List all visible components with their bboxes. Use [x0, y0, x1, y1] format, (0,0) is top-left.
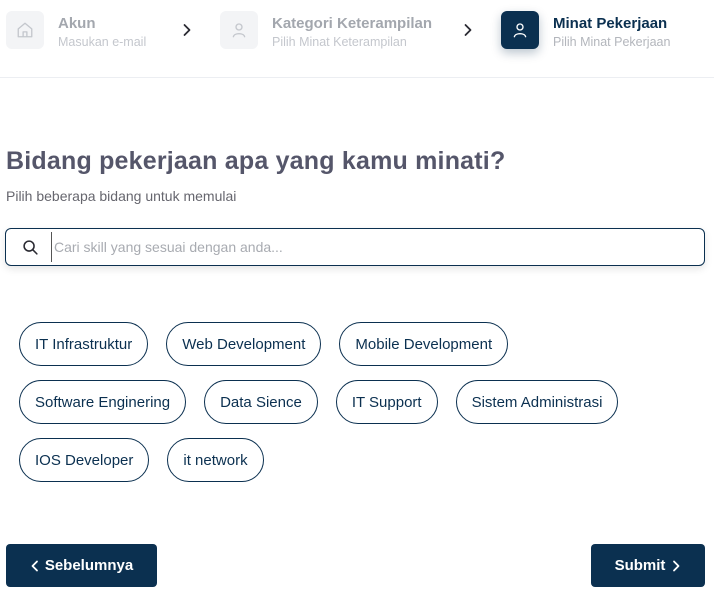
chip-it-support[interactable]: IT Support — [335, 380, 438, 424]
step-kategori-title: Kategori Keterampilan — [272, 15, 433, 32]
step-akun-icon-box — [6, 11, 44, 49]
chevron-right-icon — [464, 24, 472, 36]
chip-it-infrastruktur[interactable]: IT Infrastruktur — [19, 322, 149, 366]
home-icon — [17, 22, 33, 38]
step-akun-subtitle: Masukan e-mail — [58, 35, 147, 49]
previous-button[interactable]: Sebelumnya — [6, 544, 157, 587]
search-icon — [23, 239, 38, 255]
step-minat-subtitle: Pilih Minat Pekerjaan — [553, 35, 671, 49]
submit-button-label: Submit — [614, 557, 666, 574]
chevron-right-icon — [183, 24, 191, 36]
skill-chip-list: IT Infrastruktur Web Development Mobile … — [19, 322, 699, 496]
step-kategori-keterampilan[interactable]: Kategori Keterampilan Pilih Minat Ketera… — [220, 11, 432, 51]
step-kategori-subtitle: Pilih Minat Keterampilan — [272, 35, 407, 49]
chevron-right-icon — [673, 560, 680, 571]
step-minat-pekerjaan[interactable]: Minat Pekerjaan Pilih Minat Pekerjaan — [501, 11, 670, 51]
chip-sistem-administrasi[interactable]: Sistem Administrasi — [455, 380, 619, 424]
page-title: Bidang pekerjaan apa yang kamu minati? — [6, 147, 506, 175]
chip-row: IOS Developer it network — [19, 438, 699, 482]
submit-button[interactable]: Submit — [591, 544, 705, 587]
user-icon — [232, 23, 246, 38]
step-kategori-icon-box — [220, 11, 258, 49]
chip-data-sience[interactable]: Data Sience — [204, 380, 318, 424]
stepper: Akun Masukan e-mail Kategori Keterampila… — [0, 0, 714, 78]
step-minat-title: Minat Pekerjaan — [553, 15, 668, 32]
step-minat-icon-box — [501, 11, 539, 49]
chip-web-development[interactable]: Web Development — [166, 322, 322, 366]
search-bar — [5, 228, 705, 266]
chip-row: Software Enginering Data Sience IT Suppo… — [19, 380, 699, 424]
chip-ios-developer[interactable]: IOS Developer — [19, 438, 150, 482]
search-input[interactable] — [51, 232, 671, 262]
chip-software-enginering[interactable]: Software Enginering — [19, 380, 187, 424]
chip-mobile-development[interactable]: Mobile Development — [339, 322, 509, 366]
chip-it-network[interactable]: it network — [167, 438, 264, 482]
user-icon — [513, 23, 527, 38]
page-subtitle: Pilih beberapa bidang untuk memulai — [6, 188, 237, 204]
step-akun-title: Akun — [58, 15, 96, 32]
step-akun[interactable]: Akun Masukan e-mail — [6, 11, 146, 51]
chip-row: IT Infrastruktur Web Development Mobile … — [19, 322, 699, 366]
previous-button-label: Sebelumnya — [44, 557, 134, 574]
chevron-left-icon — [31, 560, 38, 571]
